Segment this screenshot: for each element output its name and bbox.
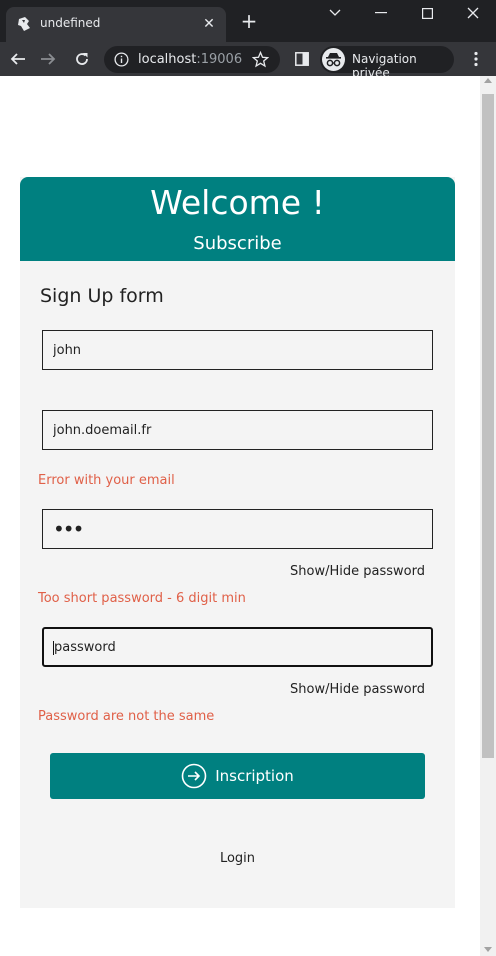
inscription-button[interactable]: Inscription (50, 753, 425, 799)
address-bar[interactable]: localhost:19006 (104, 46, 280, 73)
email-error-message: Error with your email (38, 473, 175, 488)
card-header: Welcome ! Subscribe (20, 177, 455, 261)
tab-search-chevron-icon[interactable] (312, 0, 358, 26)
page-scrollbar[interactable] (480, 76, 496, 956)
tab-close-icon[interactable]: ✕ (200, 15, 218, 33)
new-tab-icon[interactable]: + (238, 10, 260, 32)
window-close-icon[interactable] (450, 0, 496, 26)
welcome-title: Welcome ! (150, 183, 325, 222)
back-arrow-icon[interactable] (6, 47, 30, 71)
url-port: :19006 (196, 52, 243, 67)
page-viewport: Welcome ! Subscribe Sign Up form Error w… (0, 76, 480, 956)
text-caret (53, 641, 54, 655)
scrollbar-thumb[interactable] (482, 94, 494, 758)
name-field[interactable] (42, 330, 433, 370)
browser-menu-icon[interactable] (464, 47, 488, 71)
url-host: localhost (138, 52, 197, 67)
password-field[interactable] (42, 509, 433, 549)
forward-arrow-icon[interactable] (36, 47, 60, 71)
side-panel-icon[interactable] (290, 47, 314, 71)
incognito-icon (322, 48, 345, 71)
scroll-down-arrow-icon[interactable] (484, 947, 492, 952)
confirm-password-error-message: Password are not the same (38, 709, 215, 724)
signup-card: Welcome ! Subscribe Sign Up form Error w… (20, 177, 455, 908)
inscription-button-label: Inscription (215, 767, 294, 785)
tab-title: undefined (40, 16, 101, 30)
password-visibility-toggle[interactable]: Show/Hide password (290, 564, 425, 579)
confirm-password-field[interactable] (42, 627, 433, 667)
scroll-up-arrow-icon[interactable] (484, 78, 492, 83)
reload-icon[interactable] (70, 47, 94, 71)
minimize-icon[interactable] (358, 0, 404, 26)
browser-toolbar: localhost:19006 Navigation privée (0, 42, 496, 80)
subscribe-subtitle: Subscribe (193, 233, 282, 254)
maximize-icon[interactable] (404, 0, 450, 26)
password-error-message: Too short password - 6 digit min (38, 591, 246, 606)
site-info-icon[interactable] (114, 52, 129, 67)
confirm-password-visibility-toggle[interactable]: Show/Hide password (290, 682, 425, 697)
login-arrow-icon (181, 763, 207, 789)
form-title: Sign Up form (40, 285, 164, 307)
browser-tab[interactable]: undefined ✕ (6, 7, 226, 42)
site-favicon-icon (18, 17, 30, 31)
email-field[interactable] (42, 410, 433, 450)
incognito-indicator[interactable]: Navigation privée (320, 46, 454, 80)
browser-tab-bar: undefined ✕ + (0, 0, 496, 42)
bookmark-star-icon[interactable] (252, 51, 269, 68)
login-link[interactable]: Login (20, 851, 455, 866)
url-text: localhost:19006 (138, 52, 242, 67)
